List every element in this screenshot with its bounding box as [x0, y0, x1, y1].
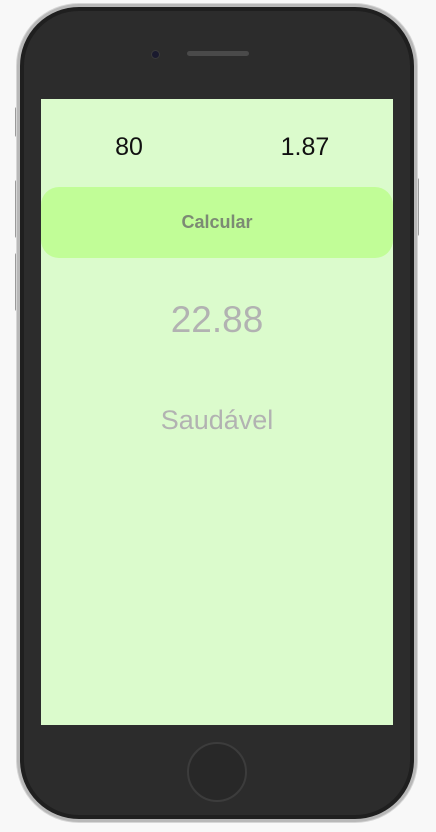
home-button: [187, 742, 247, 802]
weight-input[interactable]: [69, 127, 189, 167]
bmi-result-value: 22.88: [170, 299, 264, 340]
height-input[interactable]: [245, 127, 365, 167]
front-camera-icon: [151, 50, 160, 59]
device-stage: Calcular 22.88 Saudável: [0, 0, 436, 832]
app-screen: Calcular 22.88 Saudável: [41, 99, 393, 725]
inputs-row: [41, 127, 393, 167]
calculate-button[interactable]: Calcular: [41, 187, 393, 258]
earpiece-speaker: [187, 51, 249, 56]
bmi-classification-label: Saudável: [160, 405, 274, 435]
